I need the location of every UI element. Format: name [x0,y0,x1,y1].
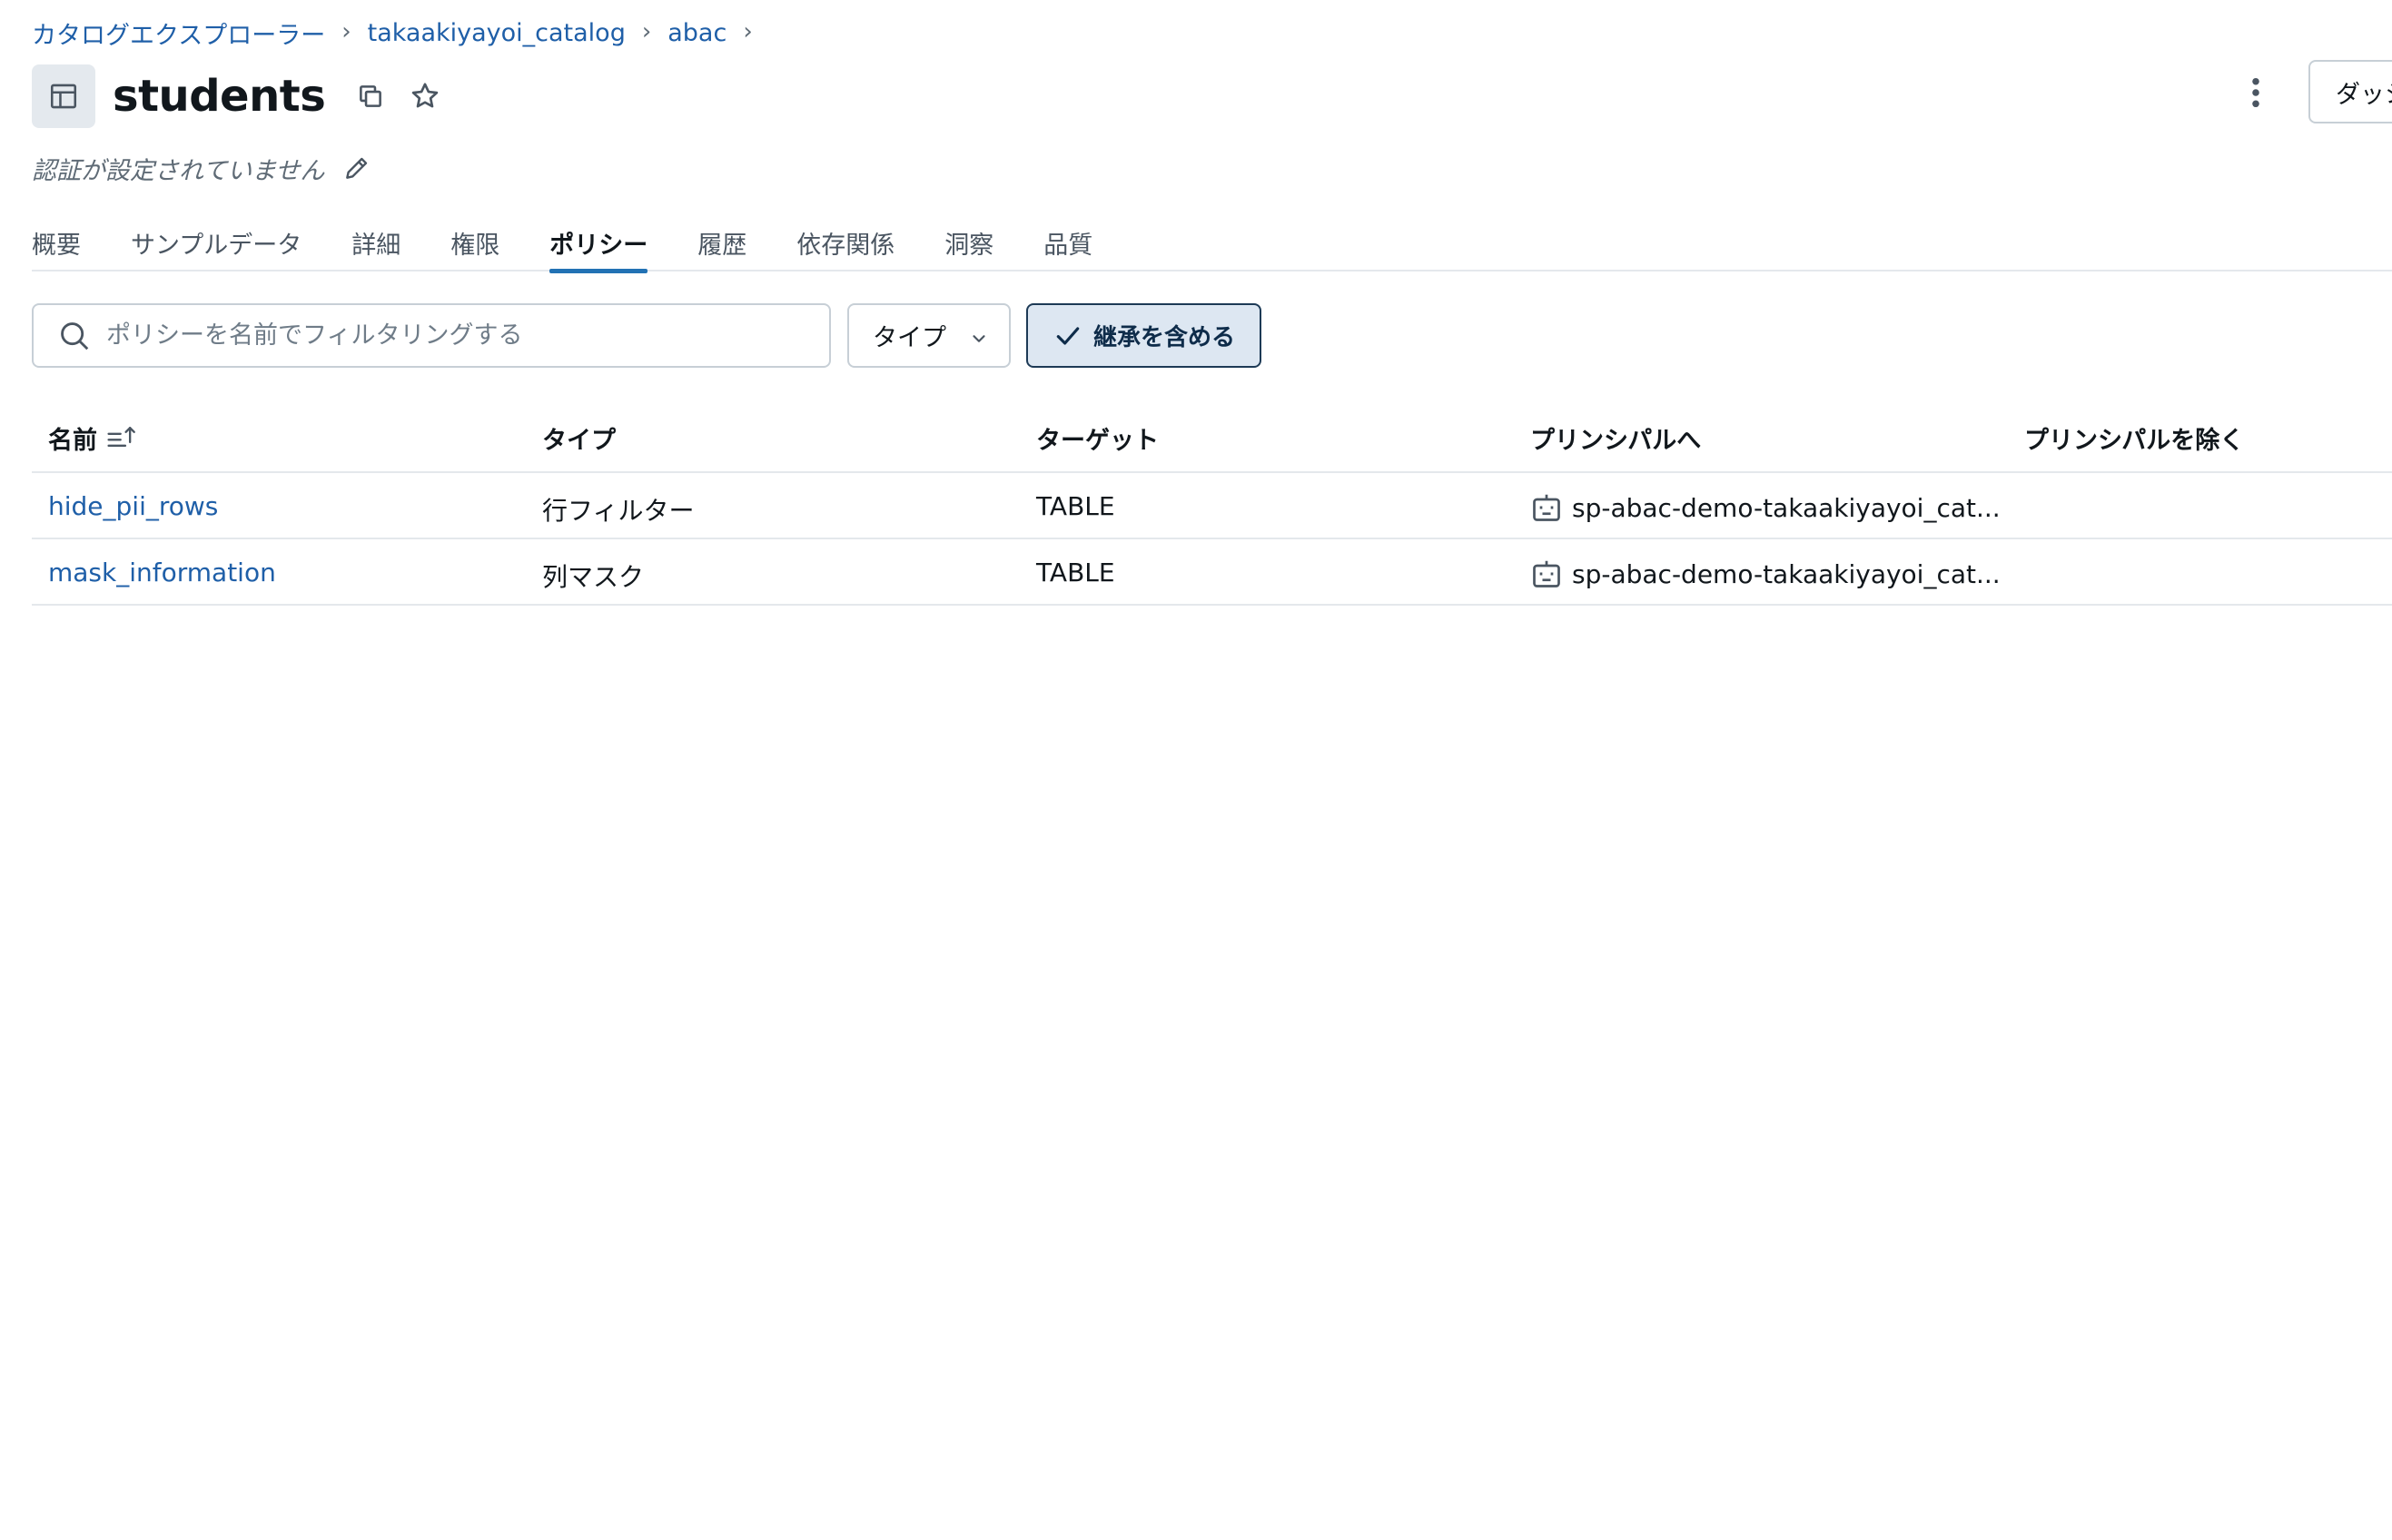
include-inherited-label: 継承を含める [1093,323,1236,350]
column-header-name[interactable]: 名前 [48,420,137,456]
search-input[interactable] [106,321,796,350]
principal-name: sp-abac-demo-takaakiyayoi_cat... [1572,558,2001,589]
check-icon [1053,321,1082,350]
certification-row: 認証が設定されていません [32,150,373,186]
tab-sample-data[interactable]: サンプルデータ [131,218,301,271]
breadcrumb-separator: › [341,18,351,45]
column-header-type[interactable]: タイプ [542,420,616,456]
principal-name: sp-abac-demo-takaakiyayoi_cat... [1572,492,2001,523]
breadcrumb-schema[interactable]: abac [667,19,726,47]
policy-target: TABLE [1036,491,1115,521]
tab-policies[interactable]: ポリシー [549,218,648,273]
type-filter-dropdown[interactable]: タイプ [847,303,1011,368]
service-principal-robot-icon [1530,558,1563,590]
kebab-menu-icon[interactable] [2238,73,2274,113]
sort-ascending-icon[interactable] [106,424,137,453]
table-header: 名前 タイプ ターゲット プリンシパルへ プリンシパルを除く [32,404,2392,473]
breadcrumb-separator: › [743,18,753,45]
policy-name-link[interactable]: hide_pii_rows [48,491,218,521]
star-icon[interactable] [407,78,443,114]
table-row[interactable]: hide_pii_rows 行フィルター TABLE sp-abac-demo-… [32,473,2392,539]
policy-search [32,303,831,368]
policy-target: TABLE [1036,558,1115,587]
policy-principal-to: sp-abac-demo-takaakiyayoi_cat... [1530,558,2001,590]
tab-permissions[interactable]: 権限 [450,218,499,271]
search-icon [57,319,92,353]
tab-history[interactable]: 履歴 [697,218,746,271]
dashboard-button[interactable]: ダッシ [2308,60,2392,123]
tab-overview[interactable]: 概要 [32,218,81,271]
column-header-principal-to[interactable]: プリンシパルへ [1530,420,1701,456]
policies-table: 名前 タイプ ターゲット プリンシパルへ プリンシパルを除く hide_pii_… [32,404,2392,606]
tab-details[interactable]: 詳細 [351,218,400,271]
page-title: students [113,71,326,122]
breadcrumb: カタログエクスプローラー › takaakiyayoi_catalog › ab… [32,15,769,51]
title-row: students [32,64,443,129]
tab-bar: 概要 サンプルデータ 詳細 権限 ポリシー 履歴 依存関係 洞察 品質 [32,218,2392,273]
policy-type: 行フィルター [542,496,695,526]
column-header-principal-except[interactable]: プリンシパルを除く [2024,420,2244,456]
policy-principal-to: sp-abac-demo-takaakiyayoi_cat... [1530,491,2001,524]
policy-type: 列マスク [542,562,645,592]
catalog-explorer-page: カタログエクスプローラー › takaakiyayoi_catalog › ab… [0,0,2392,1540]
pencil-icon[interactable] [341,152,373,184]
breadcrumb-catalog-explorer[interactable]: カタログエクスプローラー [32,15,325,51]
breadcrumb-separator: › [641,18,652,45]
tab-lineage[interactable]: 依存関係 [796,218,895,271]
chevron-down-icon [969,327,989,355]
copy-icon[interactable] [352,78,389,114]
table-row[interactable]: mask_information 列マスク TABLE sp-abac-demo… [32,539,2392,606]
breadcrumb-catalog[interactable]: takaakiyayoi_catalog [368,19,626,47]
column-header-target[interactable]: ターゲット [1036,420,1159,456]
include-inherited-toggle[interactable]: 継承を含める [1026,303,1261,368]
table-icon [32,64,95,128]
service-principal-robot-icon [1530,491,1563,524]
type-filter-label: タイプ [873,324,946,352]
tab-insights[interactable]: 洞察 [944,218,993,271]
tab-quality[interactable]: 品質 [1043,218,1092,271]
certification-status: 認証が設定されていません [32,156,325,185]
column-name-label: 名前 [48,427,97,455]
policy-name-link[interactable]: mask_information [48,558,276,587]
